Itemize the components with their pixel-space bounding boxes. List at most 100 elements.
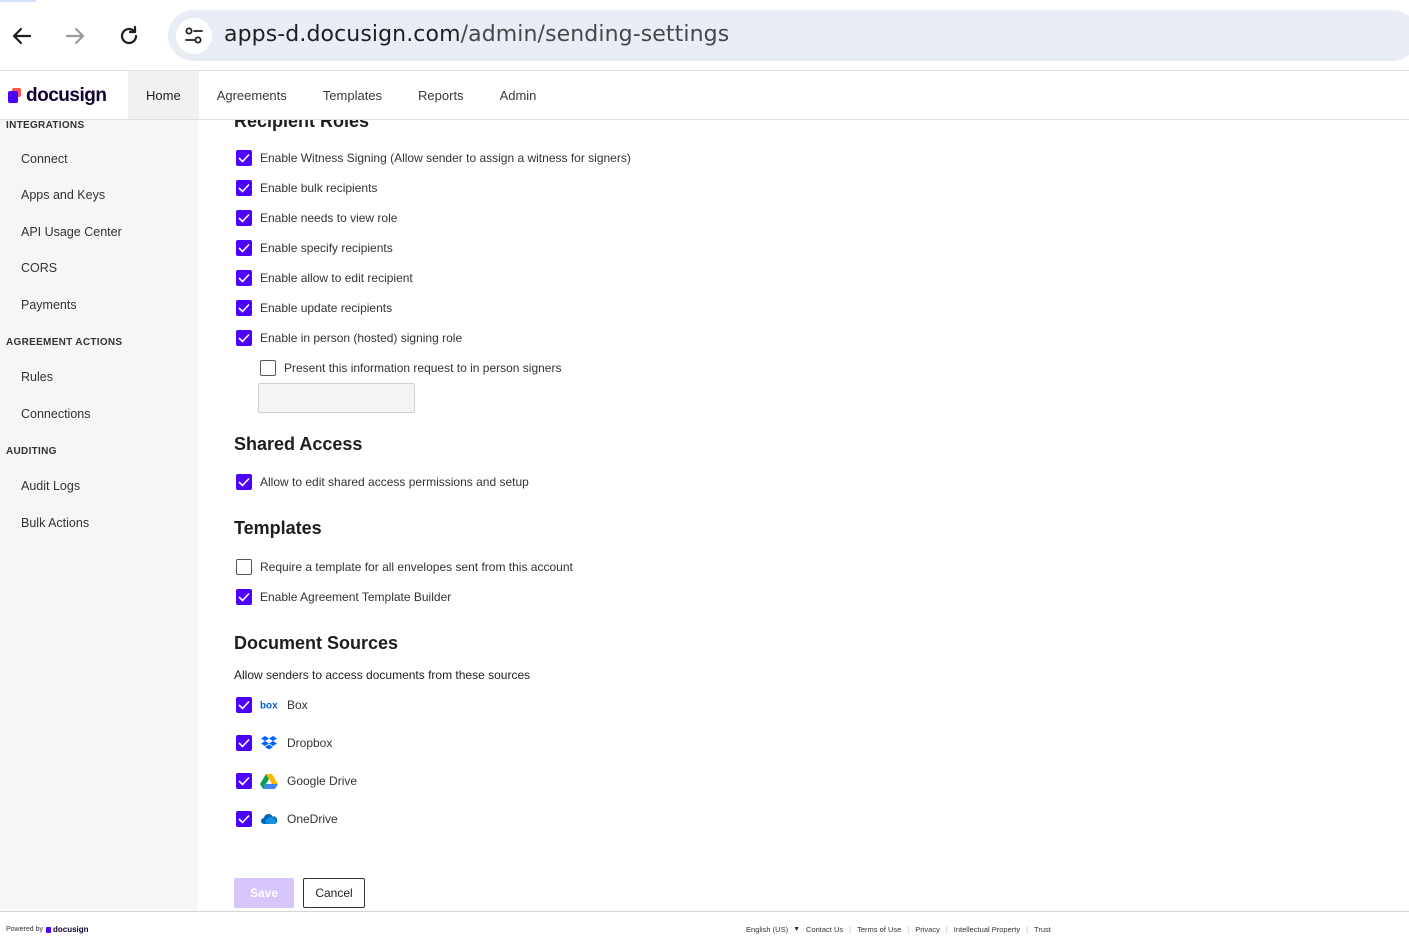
footer-link-privacy[interactable]: Privacy [915, 925, 940, 934]
checkbox-checked[interactable] [236, 270, 252, 286]
footer-link-contact-us[interactable]: Contact Us [806, 925, 843, 934]
footer-divider: | [1026, 925, 1029, 934]
source-row-box[interactable]: box Box [236, 697, 308, 713]
option-row[interactable]: Enable specify recipients [236, 240, 393, 256]
checkbox-checked[interactable] [236, 697, 252, 713]
source-row-dropbox[interactable]: Dropbox [236, 735, 332, 751]
option-row[interactable]: Enable Agreement Template Builder [236, 589, 451, 605]
svg-text:box: box [260, 701, 278, 710]
section-title-recipient-roles: Recipient Roles [234, 120, 370, 131]
tab-templates[interactable]: Templates [305, 71, 400, 119]
back-button[interactable] [6, 20, 38, 52]
forward-arrow-icon [65, 27, 85, 45]
checkbox-checked[interactable] [236, 300, 252, 316]
google-drive-icon [260, 773, 278, 789]
source-row-onedrive[interactable]: OneDrive [236, 811, 338, 827]
sidebar-item-cors[interactable]: CORS [21, 261, 57, 275]
back-arrow-icon [12, 27, 32, 45]
checkbox-checked[interactable] [236, 773, 252, 789]
checkmark-icon [238, 592, 250, 602]
sub-option-row[interactable]: Present this information request to in p… [260, 360, 561, 376]
option-row[interactable]: Allow to edit shared access permissions … [236, 474, 529, 490]
sidebar-heading-agreement-actions: AGREEMENT ACTIONS [6, 337, 123, 348]
footer-link-trust[interactable]: Trust [1034, 925, 1051, 934]
top-nav: Home Agreements Templates Reports Admin [128, 71, 554, 119]
tab-admin[interactable]: Admin [482, 71, 555, 119]
sidebar-item-payments[interactable]: Payments [21, 298, 77, 312]
reload-button[interactable] [113, 20, 145, 52]
powered-by: Powered by docusign [6, 925, 89, 934]
checkmark-icon [238, 738, 250, 748]
section-title-shared-access: Shared Access [234, 434, 363, 454]
option-label: Enable specify recipients [260, 241, 393, 255]
source-row-google-drive[interactable]: Google Drive [236, 773, 357, 789]
caret-down-icon[interactable]: ▼ [793, 926, 800, 933]
checkbox-unchecked[interactable] [260, 360, 276, 376]
checkbox-checked[interactable] [236, 811, 252, 827]
docusign-logo[interactable]: docusign [8, 85, 107, 107]
footer-divider: | [849, 925, 852, 934]
cancel-button[interactable]: Cancel [303, 878, 365, 908]
checkbox-checked[interactable] [236, 210, 252, 226]
save-button[interactable]: Save [234, 878, 294, 908]
checkmark-icon [238, 213, 250, 223]
sidebar-item-connect[interactable]: Connect [21, 152, 68, 166]
section-title-document-sources: Document Sources [234, 633, 399, 653]
option-label: Enable update recipients [260, 301, 393, 315]
checkbox-checked[interactable] [236, 180, 252, 196]
footer-link-terms-of-use[interactable]: Terms of Use [857, 925, 901, 934]
checkbox-checked[interactable] [236, 330, 252, 346]
option-label: Enable Agreement Template Builder [260, 590, 452, 604]
checkmark-icon [238, 243, 250, 253]
option-row[interactable]: Enable Witness Signing (Allow sender to … [236, 150, 631, 166]
checkmark-icon [238, 153, 250, 163]
checkbox-checked[interactable] [236, 735, 252, 751]
checkmark-icon [238, 303, 250, 313]
information-request-input[interactable] [258, 383, 415, 413]
checkbox-checked[interactable] [236, 240, 252, 256]
footer-logo-text: docusign [52, 925, 89, 934]
checkmark-icon [238, 183, 250, 193]
sidebar-item-bulk-actions[interactable]: Bulk Actions [21, 516, 89, 530]
sub-option-label: Present this information request to in p… [284, 361, 562, 375]
sidebar-item-api-usage-center[interactable]: API Usage Center [21, 225, 122, 239]
option-row[interactable]: Enable update recipients [236, 300, 392, 316]
tab-home[interactable]: Home [128, 71, 199, 119]
checkbox-checked[interactable] [236, 150, 252, 166]
forward-button[interactable] [59, 20, 91, 52]
sidebar-item-rules[interactable]: Rules [21, 370, 53, 384]
site-settings-icon[interactable] [176, 18, 212, 54]
checkmark-icon [238, 700, 250, 710]
docusign-logo-mark [8, 88, 22, 104]
tab-agreements[interactable]: Agreements [199, 71, 305, 119]
sidebar-item-connections[interactable]: Connections [21, 407, 91, 421]
source-label: Dropbox [287, 736, 333, 750]
app-header: docusign Home Agreements Templates Repor… [0, 71, 1409, 120]
sidebar-item-audit-logs[interactable]: Audit Logs [21, 479, 80, 493]
option-row[interactable]: Enable allow to edit recipient [236, 270, 413, 286]
checkbox-checked[interactable] [236, 589, 252, 605]
sidebar-item-apps-and-keys[interactable]: Apps and Keys [21, 188, 105, 202]
document-sources-description: Allow senders to access documents from t… [234, 668, 531, 682]
checkbox-checked[interactable] [236, 474, 252, 490]
tab-reports[interactable]: Reports [400, 71, 482, 119]
onedrive-icon [260, 811, 278, 827]
address-bar[interactable]: apps-d.docusign.com/admin/sending-settin… [168, 10, 1409, 61]
sidebar: INTEGRATIONS Connect Apps and Keys API U… [0, 120, 198, 911]
box-icon: box [260, 697, 278, 713]
checkmark-icon [238, 477, 250, 487]
source-label: Google Drive [287, 774, 358, 788]
language-selector[interactable]: English (US) [746, 925, 788, 934]
option-label: Enable in person (hosted) signing role [260, 331, 463, 345]
option-row[interactable]: Enable in person (hosted) signing role [236, 330, 462, 346]
footer-docusign-logo: docusign [45, 925, 89, 934]
option-row[interactable]: Enable bulk recipients [236, 180, 377, 196]
option-label: Require a template for all envelopes sen… [260, 560, 573, 574]
url-path: /admin/sending-settings [460, 22, 730, 47]
footer-links: English (US) ▼ Contact Us | Terms of Use… [746, 925, 1051, 934]
option-row[interactable]: Enable needs to view role [236, 210, 397, 226]
footer-link-intellectual-property[interactable]: Intellectual Property [954, 925, 1020, 934]
section-title-templates: Templates [234, 518, 322, 538]
option-row[interactable]: Require a template for all envelopes sen… [236, 559, 573, 575]
checkbox-unchecked[interactable] [236, 559, 252, 575]
